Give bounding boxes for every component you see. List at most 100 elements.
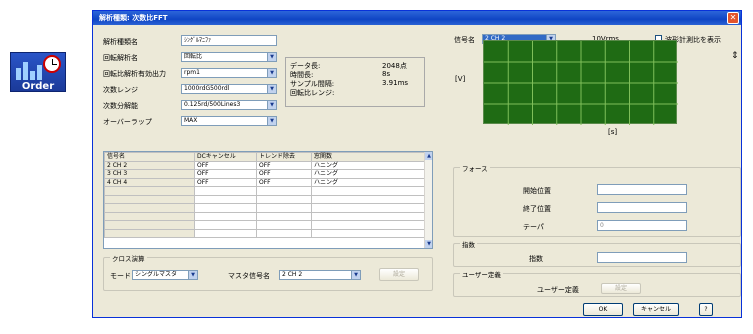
rotation-range-label: 回転比レンジ: (290, 89, 335, 97)
overlap-label: オーバーラップ (103, 118, 152, 126)
waveform-chart (483, 40, 678, 125)
table-cell[interactable] (194, 228, 257, 238)
table-cell[interactable] (104, 228, 195, 238)
table-row[interactable]: 2 CH 2 OFF OFF ハニング (104, 160, 426, 170)
table-row[interactable]: 3 CH 3 OFF OFF ハニング (104, 169, 426, 179)
table-cell[interactable]: 3 CH 3 (104, 169, 195, 179)
table-cell[interactable] (194, 211, 257, 221)
rotation-analysis-label: 回転解析名 (103, 54, 138, 62)
start-pos-field[interactable] (597, 184, 687, 195)
table-cell[interactable]: ハニング (311, 169, 426, 179)
help-button[interactable]: ? (699, 303, 713, 316)
chevron-down-icon: ▼ (267, 85, 276, 93)
ok-button[interactable]: OK (583, 303, 623, 316)
table-header-row: 信号名 DCキャンセル トレンド除去 窓関数 (104, 152, 426, 162)
master-signal-label: マスタ信号名 (228, 272, 270, 280)
table-cell[interactable] (104, 220, 195, 230)
table-cell[interactable] (194, 220, 257, 230)
table-cell[interactable]: OFF (194, 177, 257, 187)
table-cell[interactable] (256, 203, 312, 213)
analysis-name-field[interactable]: ｼﾝｸﾞﾙﾏﾆﾌｧ (181, 35, 277, 46)
table-cell[interactable] (194, 186, 257, 196)
rotation-analysis-combo[interactable]: 回転比 ▼ (181, 52, 277, 62)
order-resolution-combo[interactable]: 0.125rd/500Lines3 ▼ (181, 100, 277, 110)
rotation-output-combo[interactable]: rpm1 ▼ (181, 68, 277, 78)
table-cell[interactable] (104, 186, 195, 196)
table-row[interactable] (104, 186, 426, 196)
order-range-label: 次数レンジ (103, 86, 138, 94)
index-field[interactable] (597, 252, 687, 263)
table-cell[interactable] (311, 194, 426, 204)
table-cell[interactable] (104, 211, 195, 221)
overlap-value: MAX (184, 117, 198, 124)
rotation-analysis-value: 回転比 (184, 53, 203, 60)
table-cell[interactable] (311, 220, 426, 230)
data-info-box: データ長: 時間長: サンプル間隔: 回転比レンジ: 2048点 8s 3.91… (285, 57, 425, 107)
taper-field[interactable]: 0 (597, 220, 687, 231)
mode-label: モード (110, 272, 131, 280)
order-app-label: Order (21, 81, 55, 92)
close-button[interactable]: ✕ (727, 12, 739, 24)
user-group-title: ユーザー定義 (460, 269, 503, 279)
user-def-button[interactable]: 設定 (601, 283, 641, 294)
chevron-down-icon: ▼ (267, 69, 276, 77)
analysis-name-label: 解析種類名 (103, 38, 138, 46)
user-group: ユーザー定義 (453, 269, 741, 297)
table-row[interactable] (104, 228, 426, 238)
table-cell[interactable] (256, 220, 312, 230)
signal-name-label: 信号名 (454, 36, 475, 44)
table-cell[interactable] (256, 228, 312, 238)
table-cell[interactable]: OFF (256, 177, 312, 187)
table-cell[interactable] (311, 228, 426, 238)
table-row[interactable] (104, 211, 426, 221)
table-row[interactable] (104, 203, 426, 213)
table-cell[interactable] (256, 186, 312, 196)
table-cell[interactable]: ハニング (311, 160, 426, 170)
grid-scrollbar[interactable]: ▲ ▼ (424, 152, 432, 248)
force-group-title: フォース (460, 163, 490, 173)
col-window[interactable]: 窓関数 (311, 152, 426, 162)
order-range-combo[interactable]: 1000rdG500rdl ▼ (181, 84, 277, 94)
signal-table: 信号名 DCキャンセル トレンド除去 窓関数 2 CH 2 OFF OFF ハニング 3… (104, 152, 426, 238)
dialog-titlebar[interactable]: 解析種類: 次数比FFT ✕ (93, 11, 741, 25)
cross-settings-button[interactable]: 設定 (379, 268, 419, 281)
order-resolution-value: 0.125rd/500Lines3 (184, 101, 241, 108)
table-cell[interactable] (104, 203, 195, 213)
col-trend-remove[interactable]: トレンド除去 (256, 152, 312, 162)
table-row[interactable] (104, 194, 426, 204)
scroll-down-icon[interactable]: ▼ (425, 240, 432, 248)
mode-combo[interactable]: シングルマスタ ▼ (132, 270, 198, 280)
chart-scroll-icon[interactable]: ⇕ (731, 51, 739, 61)
chart-x-label: [s] (608, 128, 618, 136)
table-cell[interactable]: OFF (256, 160, 312, 170)
table-cell[interactable]: OFF (256, 169, 312, 179)
index-label: 指数 (529, 255, 543, 263)
col-dc-cancel[interactable]: DCキャンセル (194, 152, 257, 162)
overlap-combo[interactable]: MAX ▼ (181, 116, 277, 126)
scroll-up-icon[interactable]: ▲ (425, 152, 432, 160)
table-cell[interactable]: OFF (194, 169, 257, 179)
taper-label: テーパ (523, 223, 544, 231)
table-row[interactable] (104, 220, 426, 230)
table-cell[interactable]: 4 CH 4 (104, 177, 195, 187)
table-cell[interactable]: 2 CH 2 (104, 160, 195, 170)
order-app-icon[interactable]: Order (10, 52, 66, 94)
table-cell[interactable] (256, 211, 312, 221)
table-cell[interactable] (311, 203, 426, 213)
col-signal-name[interactable]: 信号名 (104, 152, 195, 162)
table-cell[interactable] (311, 186, 426, 196)
signal-grid[interactable]: 信号名 DCキャンセル トレンド除去 窓関数 2 CH 2 OFF OFF ハニング 3… (103, 151, 433, 249)
table-row[interactable]: 4 CH 4 OFF OFF ハニング (104, 177, 426, 187)
table-cell[interactable]: OFF (194, 160, 257, 170)
table-cell[interactable]: ハニング (311, 177, 426, 187)
master-signal-combo[interactable]: 2 CH 2 ▼ (279, 270, 361, 280)
table-cell[interactable] (311, 211, 426, 221)
order-range-value: 1000rdG500rdl (184, 85, 230, 92)
table-cell[interactable] (104, 194, 195, 204)
table-cell[interactable] (256, 194, 312, 204)
cancel-button[interactable]: キャンセル (633, 303, 679, 316)
table-cell[interactable] (194, 194, 257, 204)
end-pos-field[interactable] (597, 202, 687, 213)
cross-group-title: クロス演算 (110, 253, 147, 263)
table-cell[interactable] (194, 203, 257, 213)
